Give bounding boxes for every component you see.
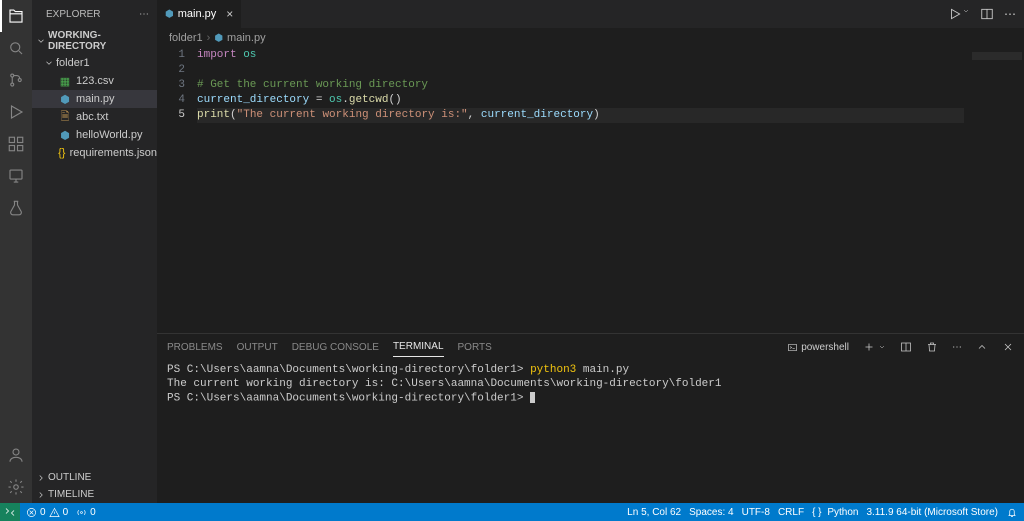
status-encoding[interactable]: UTF-8 xyxy=(742,507,770,518)
close-icon[interactable]: × xyxy=(226,7,233,21)
panel-tabs: PROBLEMS OUTPUT DEBUG CONSOLE TERMINAL P… xyxy=(157,334,1024,360)
text-icon: 🗎 xyxy=(58,108,72,127)
tree-file[interactable]: {} requirements.json xyxy=(32,144,157,162)
editor-area: ⬢ main.py × ⋯ folder1 › ⬢ main.py xyxy=(157,0,1024,503)
file-label: 123.csv xyxy=(76,75,114,87)
chevron-down-icon xyxy=(44,58,56,68)
sidebar: EXPLORER ⋯ WORKING-DIRECTORY folder1 ▦ 1… xyxy=(32,0,157,503)
file-label: requirements.json xyxy=(70,147,157,159)
breadcrumb-seg: main.py xyxy=(227,32,266,44)
split-terminal-icon[interactable] xyxy=(900,341,912,353)
tab-problems[interactable]: PROBLEMS xyxy=(167,338,223,357)
bottom-panel: PROBLEMS OUTPUT DEBUG CONSOLE TERMINAL P… xyxy=(157,333,1024,503)
remote-explorer-icon[interactable] xyxy=(0,160,32,192)
terminal-cursor xyxy=(530,392,535,403)
tab-output[interactable]: OUTPUT xyxy=(237,338,278,357)
run-debug-icon[interactable] xyxy=(0,96,32,128)
file-label: helloWorld.py xyxy=(76,129,142,141)
python-icon: ⬢ xyxy=(58,129,72,142)
workspace-header[interactable]: WORKING-DIRECTORY xyxy=(32,28,157,54)
remote-icon[interactable] xyxy=(0,503,20,521)
extensions-icon[interactable] xyxy=(0,128,32,160)
settings-icon[interactable] xyxy=(0,471,32,503)
source-control-icon[interactable] xyxy=(0,64,32,96)
file-label: main.py xyxy=(76,93,115,105)
new-terminal-icon[interactable] xyxy=(863,341,886,353)
tab-ports[interactable]: PORTS xyxy=(458,338,492,357)
breadcrumb[interactable]: folder1 › ⬢ main.py xyxy=(157,28,1024,48)
chevron-right-icon xyxy=(36,473,46,483)
chevron-down-icon xyxy=(36,36,46,46)
status-cursor-pos[interactable]: Ln 5, Col 62 xyxy=(627,507,681,518)
status-errors[interactable]: 0 0 xyxy=(26,507,68,518)
minimap[interactable] xyxy=(964,48,1024,333)
maximize-panel-icon[interactable] xyxy=(976,341,988,353)
tree-file[interactable]: ⬢ helloWorld.py xyxy=(32,126,157,144)
workspace-name: WORKING-DIRECTORY xyxy=(48,30,153,52)
status-interpreter[interactable]: 3.11.9 64-bit (Microsoft Store) xyxy=(866,507,998,518)
status-bar: 0 0 0 Ln 5, Col 62 Spaces: 4 UTF-8 CRLF … xyxy=(0,503,1024,521)
split-editor-icon[interactable] xyxy=(980,7,994,21)
status-indentation[interactable]: Spaces: 4 xyxy=(689,507,733,518)
tabs-bar: ⬢ main.py × ⋯ xyxy=(157,0,1024,28)
outline-section[interactable]: OUTLINE xyxy=(32,469,157,486)
outline-label: OUTLINE xyxy=(48,472,91,483)
line-number-gutter: 1 2 3 4 5 xyxy=(157,48,197,333)
more-icon[interactable]: ⋯ xyxy=(1004,7,1016,21)
python-icon: ⬢ xyxy=(58,93,72,106)
tab-main-py[interactable]: ⬢ main.py × xyxy=(157,0,242,28)
json-icon: {} xyxy=(58,147,66,159)
sidebar-more-icon[interactable]: ⋯ xyxy=(139,9,149,20)
csv-icon: ▦ xyxy=(58,75,72,88)
search-icon[interactable] xyxy=(0,32,32,64)
tab-debug-console[interactable]: DEBUG CONSOLE xyxy=(292,338,379,357)
tree-file[interactable]: 🗎 abc.txt xyxy=(32,108,157,126)
kill-terminal-icon[interactable] xyxy=(926,341,938,353)
code-lines[interactable]: import os # Get the current working dire… xyxy=(197,48,1024,333)
close-panel-icon[interactable] xyxy=(1002,341,1014,353)
breadcrumb-seg: folder1 xyxy=(169,32,203,44)
explorer-icon[interactable] xyxy=(0,0,32,32)
status-eol[interactable]: CRLF xyxy=(778,507,804,518)
timeline-label: TIMELINE xyxy=(48,489,94,500)
accounts-icon[interactable] xyxy=(0,439,32,471)
timeline-section[interactable]: TIMELINE xyxy=(32,486,157,503)
notifications-icon[interactable] xyxy=(1006,506,1018,518)
sidebar-header: EXPLORER ⋯ xyxy=(32,0,157,28)
sidebar-title: EXPLORER xyxy=(46,9,100,20)
tree-file[interactable]: ⬢ main.py xyxy=(32,90,157,108)
code-editor[interactable]: 1 2 3 4 5 import os # Get the current wo… xyxy=(157,48,1024,333)
tab-terminal[interactable]: TERMINAL xyxy=(393,337,444,357)
activity-bar xyxy=(0,0,32,503)
folder-label: folder1 xyxy=(56,57,90,69)
python-icon: ⬢ xyxy=(165,9,174,20)
more-icon[interactable]: ⋯ xyxy=(952,342,962,353)
tree-folder[interactable]: folder1 xyxy=(32,54,157,72)
tree-file[interactable]: ▦ 123.csv xyxy=(32,72,157,90)
status-radio[interactable]: 0 xyxy=(76,507,96,518)
chevron-right-icon xyxy=(36,490,46,500)
chevron-right-icon: › xyxy=(207,32,211,44)
file-label: abc.txt xyxy=(76,111,108,123)
tab-label: main.py xyxy=(178,8,217,20)
terminal-shell-selector[interactable]: powershell xyxy=(787,342,849,353)
run-icon[interactable] xyxy=(948,7,970,21)
python-icon: ⬢ xyxy=(214,33,223,44)
terminal[interactable]: PS C:\Users\aamna\Documents\working-dire… xyxy=(157,360,1024,503)
status-language[interactable]: { } Python xyxy=(812,507,858,518)
testing-icon[interactable] xyxy=(0,192,32,224)
